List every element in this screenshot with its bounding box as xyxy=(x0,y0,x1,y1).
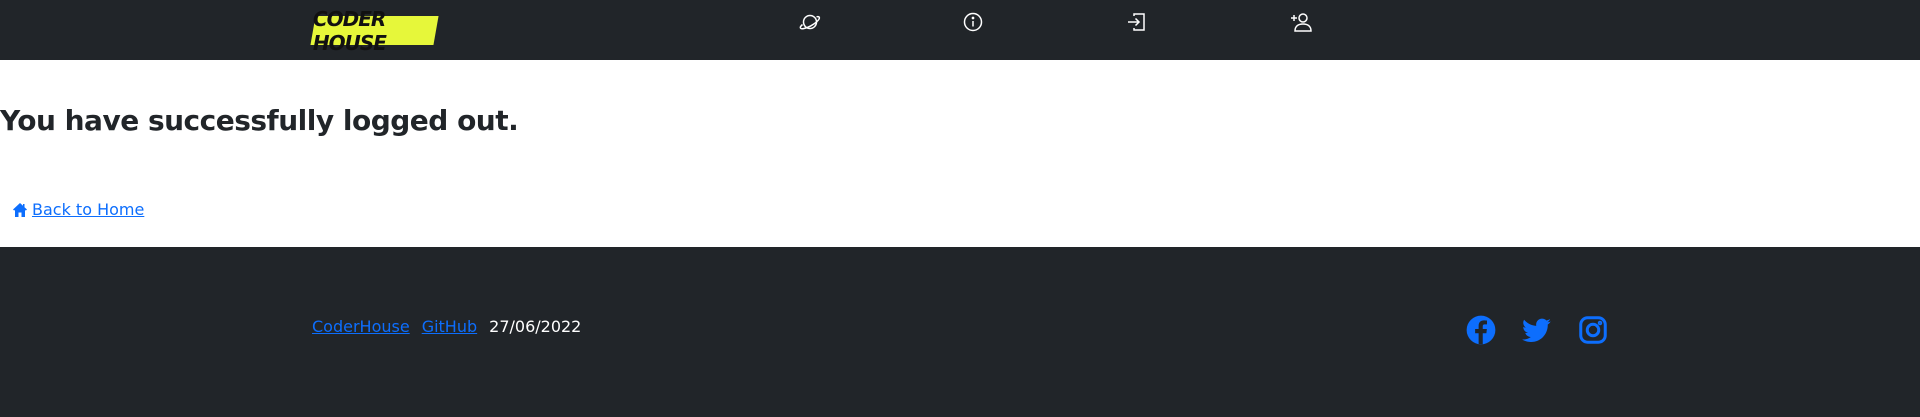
logo[interactable]: CODER HOUSE xyxy=(310,7,439,55)
page-title: You have successfully logged out. xyxy=(0,104,519,137)
facebook-icon[interactable] xyxy=(1466,315,1496,345)
back-to-home-label: Back to Home xyxy=(32,200,145,219)
twitter-icon[interactable] xyxy=(1522,315,1552,345)
footer-links: CoderHouse GitHub 27/06/2022 xyxy=(312,317,581,336)
coderhouse-link[interactable]: CoderHouse xyxy=(312,317,410,336)
instagram-icon[interactable] xyxy=(1578,315,1608,345)
house-icon xyxy=(13,202,27,217)
login-icon[interactable] xyxy=(1124,9,1150,35)
back-to-home-link[interactable]: Back to Home xyxy=(12,200,144,219)
logo-text: CODER HOUSE xyxy=(313,6,387,55)
person-add-icon[interactable] xyxy=(1288,9,1314,35)
footer: CoderHouse GitHub 27/06/2022 xyxy=(0,247,1920,417)
footer-date: 27/06/2022 xyxy=(489,317,582,336)
github-link[interactable]: GitHub xyxy=(422,317,477,336)
planet-icon[interactable] xyxy=(797,9,823,35)
main-content xyxy=(0,60,1920,247)
info-icon[interactable] xyxy=(960,9,986,35)
navbar: CODER HOUSE xyxy=(0,0,1920,60)
